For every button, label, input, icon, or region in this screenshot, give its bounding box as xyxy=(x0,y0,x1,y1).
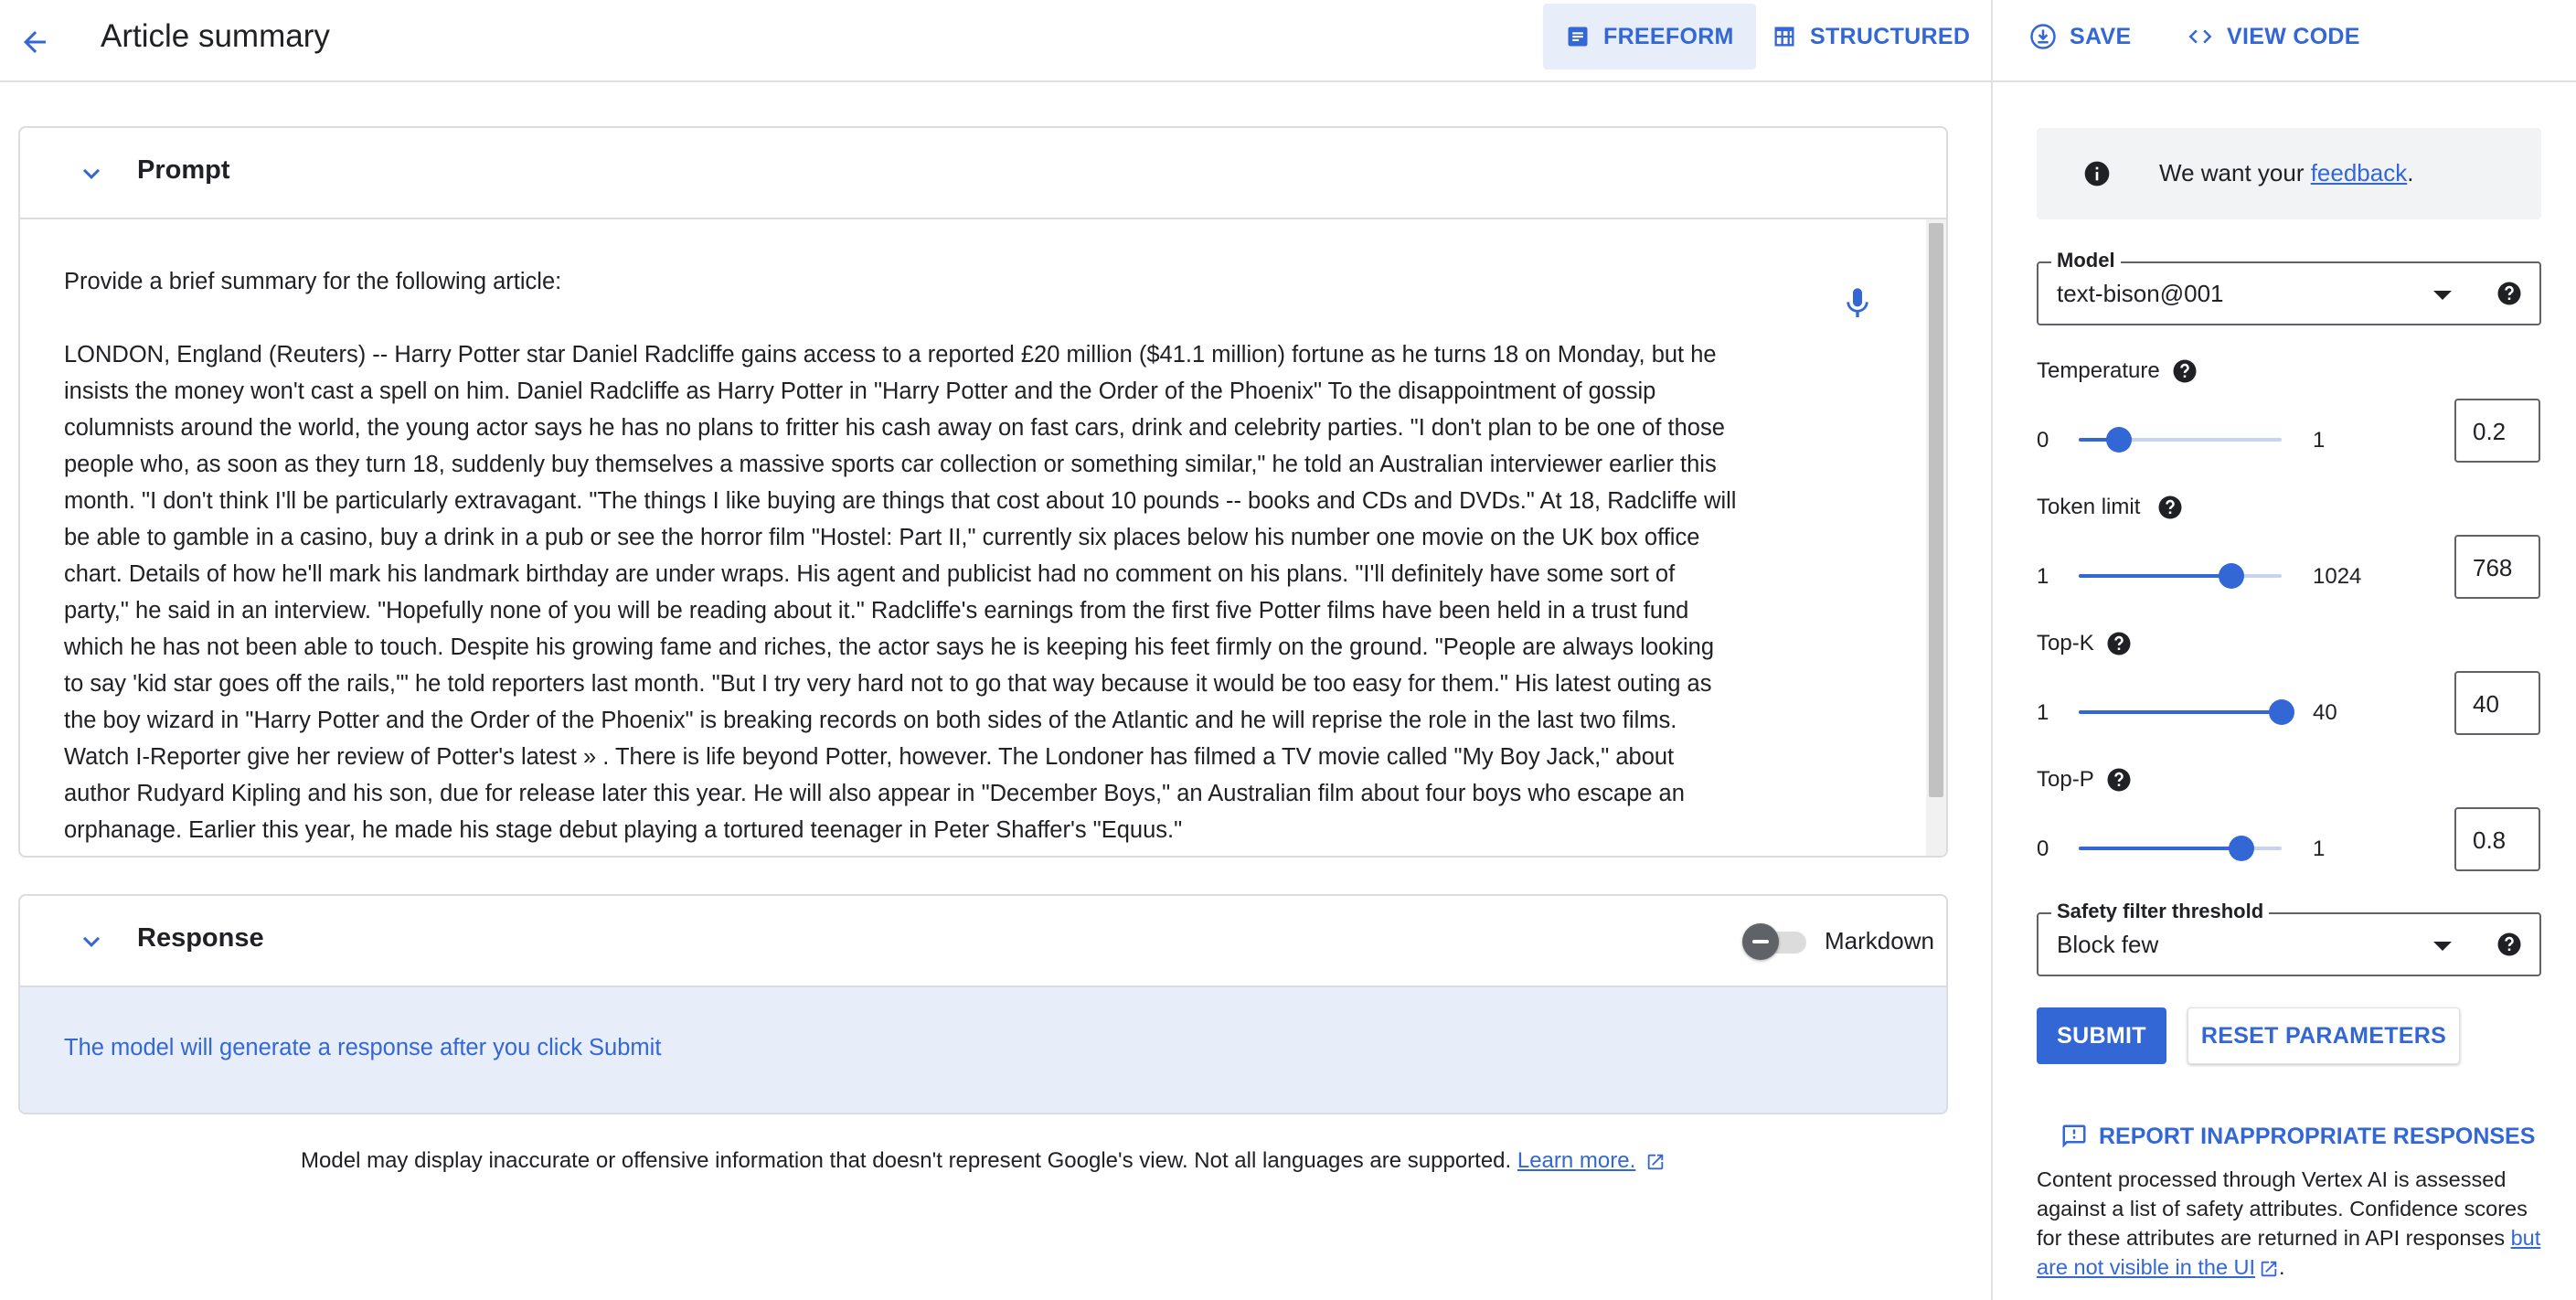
top-p-label: Top-P xyxy=(2037,767,2094,792)
markdown-label: Markdown xyxy=(1825,927,1934,954)
open-in-new-icon xyxy=(1647,1154,1664,1169)
prompt-textarea[interactable]: Provide a brief summary for the followin… xyxy=(20,219,1946,856)
temperature-min: 0 xyxy=(2037,428,2049,453)
sidebar-divider xyxy=(1991,0,1993,1300)
help-icon[interactable] xyxy=(2171,357,2198,385)
code-icon xyxy=(2188,29,2212,44)
response-panel: Response Markdown The model will generat… xyxy=(18,894,1948,1114)
chevron-down-icon[interactable] xyxy=(75,157,108,190)
prompt-text: Provide a brief summary for the followin… xyxy=(64,263,1737,856)
dropdown-arrow-icon xyxy=(2433,942,2452,951)
prompt-header: Prompt xyxy=(20,128,1946,219)
top-k-label: Top-K xyxy=(2037,631,2094,655)
help-icon[interactable] xyxy=(2496,280,2523,307)
top-k-slider[interactable] xyxy=(2079,698,2294,726)
reset-parameters-button[interactable]: RESET PARAMETERS xyxy=(2187,1007,2460,1064)
slider-thumb[interactable] xyxy=(2269,699,2294,725)
feedback-icon xyxy=(2062,1124,2086,1148)
help-icon[interactable] xyxy=(2496,931,2523,958)
top-p-slider[interactable] xyxy=(2079,835,2282,862)
microphone-icon[interactable] xyxy=(1839,285,1876,322)
slider-thumb[interactable] xyxy=(2228,836,2254,861)
feedback-prefix: We want your xyxy=(2159,159,2311,186)
safety-note: Content processed through Vertex AI is a… xyxy=(2037,1165,2549,1282)
token-limit-min: 1 xyxy=(2037,564,2049,589)
temperature-max: 1 xyxy=(2313,428,2326,453)
scrollbar-thumb[interactable] xyxy=(1929,223,1943,797)
top-p-input[interactable]: 0.8 xyxy=(2454,807,2540,871)
top-k-max: 40 xyxy=(2313,700,2337,725)
markdown-toggle[interactable] xyxy=(1742,923,1810,960)
save-label: SAVE xyxy=(2070,23,2132,49)
temperature-input[interactable]: 0.2 xyxy=(2454,399,2540,463)
report-inappropriate-button[interactable]: REPORT INAPPROPRIATE RESPONSES xyxy=(2060,1123,2535,1150)
token-limit-input[interactable]: 768 xyxy=(2454,535,2540,599)
save-icon xyxy=(2030,24,2056,49)
top-p-max: 1 xyxy=(2313,836,2326,861)
top-k-input[interactable]: 40 xyxy=(2454,671,2540,735)
feedback-text: We want your feedback. xyxy=(2159,159,2413,187)
slider-thumb[interactable] xyxy=(2106,427,2133,453)
slider-fill xyxy=(2079,710,2282,714)
response-title: Response xyxy=(137,923,264,953)
model-select[interactable]: Model text-bison@001 xyxy=(2037,249,2541,325)
page-title: Article summary xyxy=(101,18,330,54)
toggle-knob xyxy=(1742,923,1779,960)
prompt-instruction: Provide a brief summary for the followin… xyxy=(64,269,562,294)
feedback-suffix: . xyxy=(2407,159,2414,186)
model-label: Model xyxy=(2051,249,2121,272)
help-icon[interactable] xyxy=(2105,766,2133,794)
slider-thumb[interactable] xyxy=(2218,563,2244,589)
freeform-icon xyxy=(1568,27,1588,47)
freeform-tab[interactable]: FREEFORM xyxy=(1543,4,1756,69)
prompt-scrollbar[interactable] xyxy=(1926,219,1946,856)
chevron-down-icon[interactable] xyxy=(75,925,108,958)
temperature-slider[interactable] xyxy=(2079,426,2282,453)
view-code-label: VIEW CODE xyxy=(2227,23,2360,49)
table-icon xyxy=(1774,27,1794,47)
prompt-panel: Prompt Provide a brief summary for the f… xyxy=(18,126,1948,858)
dropdown-arrow-icon xyxy=(2433,291,2452,300)
top-p-min: 0 xyxy=(2037,836,2049,861)
safety-note-text: Content processed through Vertex AI is a… xyxy=(2037,1167,2528,1250)
response-hint: The model will generate a response after… xyxy=(64,1035,662,1060)
slider-fill xyxy=(2079,574,2231,578)
safety-note-end: . xyxy=(2279,1255,2285,1279)
disclaimer-text: Model may display inaccurate or offensiv… xyxy=(301,1148,1512,1173)
info-icon xyxy=(2084,161,2110,186)
open-in-new-icon xyxy=(2261,1261,2277,1277)
learn-more-link[interactable]: Learn more. xyxy=(1517,1148,1635,1173)
token-limit-max: 1024 xyxy=(2313,564,2362,589)
report-label: REPORT INAPPROPRIATE RESPONSES xyxy=(2099,1123,2536,1149)
arrow-back-icon xyxy=(24,31,46,53)
freeform-tab-label: FREEFORM xyxy=(1603,23,1734,49)
back-button[interactable] xyxy=(9,16,60,68)
safety-filter-select[interactable]: Safety filter threshold Block few xyxy=(2037,900,2541,976)
top-bar: Article summary FREEFORM STRUCTURED SAVE… xyxy=(0,0,2576,82)
token-limit-label: Token limit xyxy=(2037,495,2141,519)
view-code-button[interactable]: VIEW CODE xyxy=(2165,4,2382,69)
save-button[interactable]: SAVE xyxy=(2007,4,2153,69)
slider-fill xyxy=(2079,847,2241,850)
feedback-link[interactable]: feedback xyxy=(2311,159,2408,186)
token-limit-slider[interactable] xyxy=(2079,562,2282,590)
prompt-title: Prompt xyxy=(137,155,230,185)
model-value: text-bison@001 xyxy=(2057,280,2224,307)
response-area: The model will generate a response after… xyxy=(20,987,1946,1113)
safety-filter-label: Safety filter threshold xyxy=(2051,900,2270,923)
feedback-banner: We want your feedback. xyxy=(2037,128,2541,219)
submit-button[interactable]: SUBMIT xyxy=(2037,1007,2166,1064)
disclaimer: Model may display inaccurate or offensiv… xyxy=(18,1148,1948,1174)
structured-tab-label: STRUCTURED xyxy=(1810,23,1971,49)
temperature-label: Temperature xyxy=(2037,358,2160,383)
help-icon[interactable] xyxy=(2156,494,2184,521)
top-k-min: 1 xyxy=(2037,700,2049,725)
safety-filter-value: Block few xyxy=(2057,931,2159,958)
structured-tab[interactable]: STRUCTURED xyxy=(1750,4,1992,69)
prompt-article: LONDON, England (Reuters) -- Harry Potte… xyxy=(64,342,1737,843)
help-icon[interactable] xyxy=(2105,630,2133,657)
response-header: Response Markdown xyxy=(20,896,1946,987)
